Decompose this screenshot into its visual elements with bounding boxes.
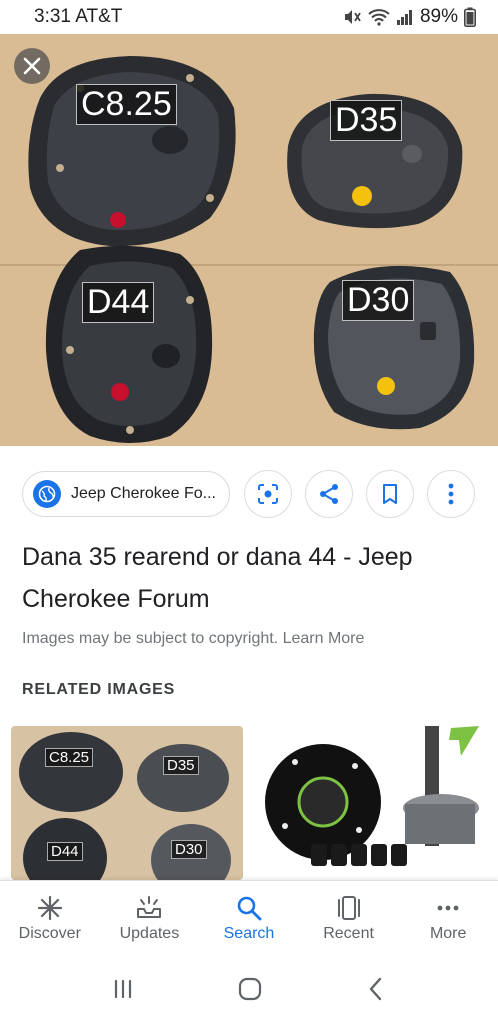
battery-percent: 89%	[419, 6, 458, 27]
nav-discover-label: Discover	[18, 925, 81, 942]
related-image-thumbnail[interactable]	[255, 726, 487, 880]
asterisk-icon	[37, 895, 62, 921]
mute-icon	[342, 8, 362, 26]
close-icon	[23, 57, 41, 75]
bookmark-icon	[383, 484, 397, 504]
result-title[interactable]: Dana 35 rearend or dana 44 - Jeep Cherok…	[22, 536, 462, 620]
home-button[interactable]	[237, 976, 263, 1007]
battery-icon	[464, 7, 476, 27]
visual-search-button[interactable]	[244, 470, 292, 518]
thumb-d30-label: D30	[171, 840, 207, 859]
status-bar: 3:31 AT&T 89%	[0, 0, 498, 34]
updates-tray-icon	[137, 896, 162, 918]
lens-icon	[258, 484, 278, 504]
share-button[interactable]	[305, 470, 353, 518]
nav-recent[interactable]: Recent	[299, 881, 399, 958]
more-options-button[interactable]	[427, 470, 475, 518]
search-icon	[237, 896, 262, 921]
thumb-d35-label: D35	[163, 756, 199, 775]
signal-icon	[396, 8, 414, 26]
source-row: Jeep Cherokee Fo...	[22, 470, 482, 518]
source-site-name: Jeep Cherokee Fo...	[71, 485, 216, 502]
recent-cards-icon	[337, 896, 360, 920]
d30-cover-photo	[313, 265, 475, 430]
related-images-heading: RELATED IMAGES	[22, 681, 176, 698]
nav-search-label: Search	[223, 925, 275, 942]
back-chevron-icon	[370, 977, 382, 1000]
close-button[interactable]	[14, 48, 50, 84]
d35-label: D35	[330, 100, 403, 142]
nav-recent-label: Recent	[323, 925, 374, 942]
copyright-notice[interactable]: Images may be subject to copyright. Lear…	[22, 630, 364, 648]
related-image-thumbnail[interactable]: C8.25 D35 D44 D30	[11, 726, 243, 880]
hero-image[interactable]: C8.25 D35 D44 D30	[0, 34, 498, 446]
thumb-c825-label: C8.25	[45, 748, 94, 767]
nav-more-label: More	[429, 925, 467, 942]
source-chip[interactable]: Jeep Cherokee Fo...	[22, 471, 230, 517]
clock: 3:31	[34, 6, 71, 27]
d44-label: D44	[82, 282, 155, 324]
globe-icon	[33, 480, 61, 508]
nav-updates[interactable]: Updates	[100, 881, 200, 958]
nav-updates-label: Updates	[119, 925, 180, 942]
more-vertical-icon	[448, 483, 454, 505]
share-icon	[320, 484, 338, 504]
thumb-d44-label: D44	[47, 842, 83, 861]
back-button[interactable]	[366, 976, 386, 1007]
nav-search[interactable]: Search	[199, 881, 299, 958]
c825-label: C8.25	[76, 84, 177, 126]
carrier: AT&T	[75, 6, 123, 27]
c825-cover-photo	[28, 56, 236, 247]
axle-flange-photo	[265, 726, 479, 866]
bottom-navigation: Discover Updates Search Recent More	[0, 880, 498, 958]
recent-apps-button[interactable]	[112, 978, 134, 1005]
status-left: 3:31 AT&T	[34, 6, 122, 28]
recent-apps-icon	[114, 979, 131, 998]
home-icon	[238, 977, 262, 1000]
wifi-icon	[368, 8, 390, 26]
d44-cover-photo	[45, 245, 213, 443]
d30-label: D30	[342, 280, 415, 322]
nav-more[interactable]: More	[398, 881, 498, 958]
status-right: 89%	[342, 6, 476, 28]
nav-discover[interactable]: Discover	[0, 881, 100, 958]
more-horizontal-icon	[437, 905, 459, 911]
save-button[interactable]	[366, 470, 414, 518]
system-navigation-bar	[0, 958, 498, 1024]
